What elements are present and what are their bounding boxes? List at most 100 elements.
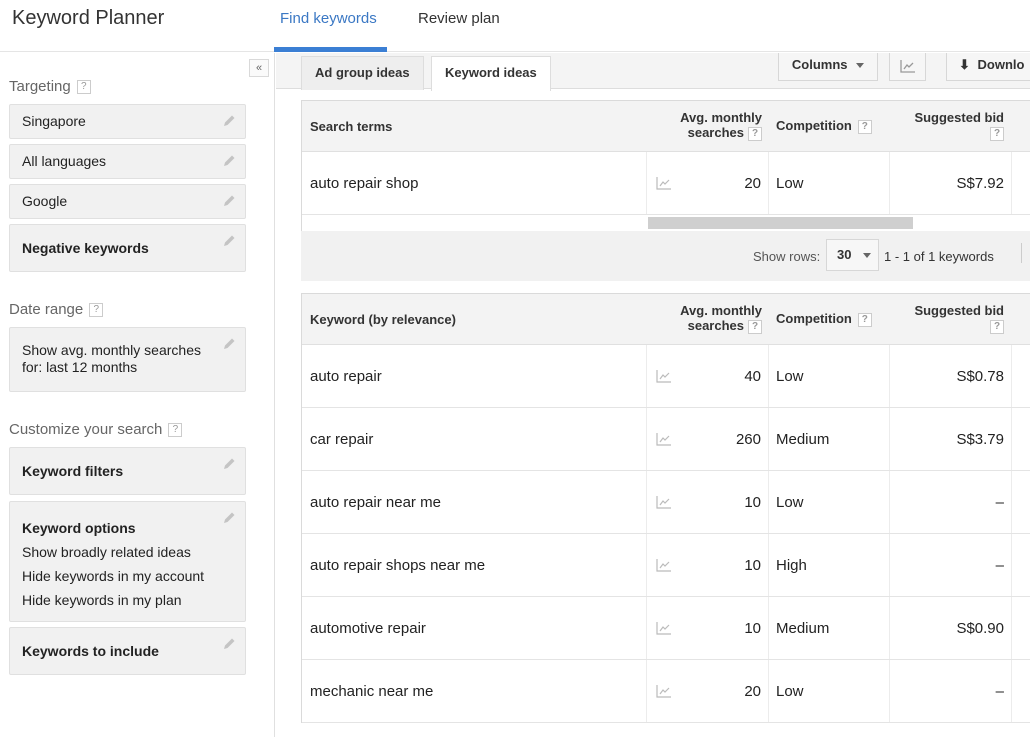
targeting-location[interactable]: Singapore xyxy=(9,104,246,139)
keyword-term: mechanic near me xyxy=(310,682,434,700)
show-rows-label: Show rows: xyxy=(753,249,821,264)
pencil-icon[interactable] xyxy=(221,193,237,209)
tab-find-keywords[interactable]: Find keywords xyxy=(280,10,377,27)
col-header-searches[interactable]: Avg. monthly searches? xyxy=(672,303,762,334)
help-icon[interactable]: ? xyxy=(857,119,872,134)
targeting-negative-keywords[interactable]: Negative keywords xyxy=(9,224,246,272)
avg-monthly-searches: 10 xyxy=(744,556,761,574)
suggested-bid: S$0.78 xyxy=(956,367,1004,385)
pager-divider xyxy=(1021,243,1022,263)
caret-down-icon xyxy=(863,253,872,259)
col-header-keyword[interactable]: Keyword (by relevance) xyxy=(310,312,456,327)
header-text: searches xyxy=(687,125,744,140)
help-icon[interactable]: ? xyxy=(748,126,762,141)
table-row[interactable]: auto repair 40 Low S$0.78 xyxy=(302,345,1030,408)
trend-chart-icon[interactable] xyxy=(656,152,672,214)
table-row[interactable]: automotive repair 10 Medium S$0.90 xyxy=(302,597,1030,660)
subtab-strip: Ad group ideas Keyword ideas Columns ⬇ D… xyxy=(276,53,1030,91)
keyword-filters-label: Keyword filters xyxy=(22,463,124,479)
keyword-options-title: Keyword options xyxy=(22,520,136,536)
collapse-sidebar-button[interactable]: « xyxy=(249,59,269,77)
pencil-icon[interactable] xyxy=(221,113,237,129)
network-value: Google xyxy=(22,193,68,209)
table-row[interactable]: car repair 260 Medium S$3.79 xyxy=(302,408,1030,471)
keyword-option-line: Hide keywords in my account xyxy=(22,568,205,584)
table-row[interactable]: auto repair shops near me 10 High – xyxy=(302,534,1030,597)
customize-heading: Customize your search? xyxy=(9,421,183,438)
col-header-competition[interactable]: Competition? xyxy=(776,118,872,134)
keyword-term: auto repair near me xyxy=(310,493,441,511)
avg-monthly-searches: 20 xyxy=(744,682,761,700)
trend-chart-icon[interactable] xyxy=(656,660,672,722)
keyword-options-card[interactable]: Keyword options Show broadly related ide… xyxy=(9,501,246,622)
pencil-icon[interactable] xyxy=(221,510,237,526)
keyword-ideas-table: Keyword (by relevance) Avg. monthly sear… xyxy=(301,293,1030,723)
keyword-filters-card[interactable]: Keyword filters xyxy=(9,447,246,495)
table-header: Keyword (by relevance) Avg. monthly sear… xyxy=(302,294,1030,345)
keywords-to-include-label: Keywords to include xyxy=(22,643,159,659)
targeting-heading: Targeting? xyxy=(9,78,91,95)
horizontal-scrollbar[interactable] xyxy=(302,215,1030,232)
competition-value: Low xyxy=(776,367,804,385)
rows-per-page-select[interactable]: 30 xyxy=(826,239,879,271)
customize-title: Customize your search xyxy=(9,421,163,438)
help-icon[interactable]: ? xyxy=(990,126,1004,141)
competition-value: Low xyxy=(776,174,804,192)
pencil-icon[interactable] xyxy=(221,233,237,249)
competition-value: Medium xyxy=(776,619,830,637)
date-range-card[interactable]: Show avg. monthly searches for: last 12 … xyxy=(9,327,246,392)
col-header-bid[interactable]: Suggested bid ? xyxy=(892,303,1004,334)
header-text: Competition xyxy=(776,311,852,326)
header-text: Avg. monthly xyxy=(680,303,762,318)
competition-value: Medium xyxy=(776,430,830,448)
competition-value: Low xyxy=(776,493,804,511)
pencil-icon[interactable] xyxy=(221,456,237,472)
chart-toggle-button[interactable] xyxy=(889,53,926,81)
tab-review-plan[interactable]: Review plan xyxy=(418,10,500,27)
keyword-term: auto repair xyxy=(310,367,382,385)
table-row[interactable]: auto repair near me 10 Low – xyxy=(302,471,1030,534)
help-icon[interactable]: ? xyxy=(748,319,762,334)
avg-monthly-searches: 20 xyxy=(744,174,761,192)
keyword-term: automotive repair xyxy=(310,619,426,637)
pencil-icon[interactable] xyxy=(221,153,237,169)
trend-chart-icon[interactable] xyxy=(656,534,672,596)
trend-chart-icon[interactable] xyxy=(656,597,672,659)
keyword-term: auto repair shops near me xyxy=(310,556,486,574)
download-button[interactable]: ⬇ Downlo xyxy=(946,53,1030,81)
tab-ad-group-ideas[interactable]: Ad group ideas xyxy=(301,56,424,90)
col-header-competition[interactable]: Competition? xyxy=(776,311,872,327)
tab-keyword-ideas[interactable]: Keyword ideas xyxy=(431,56,551,91)
keywords-to-include-card[interactable]: Keywords to include xyxy=(9,627,246,675)
help-icon[interactable]: ? xyxy=(89,303,104,318)
col-header-term[interactable]: Search terms xyxy=(310,119,392,134)
scrollbar-thumb[interactable] xyxy=(648,217,913,229)
avg-monthly-searches: 260 xyxy=(735,430,761,448)
help-icon[interactable]: ? xyxy=(990,319,1004,334)
date-range-line2: for: last 12 months xyxy=(22,359,138,375)
columns-button[interactable]: Columns xyxy=(778,53,878,81)
pencil-icon[interactable] xyxy=(221,336,237,352)
table-row[interactable]: mechanic near me 20 Low – xyxy=(302,660,1030,723)
date-range-title: Date range xyxy=(9,301,84,318)
competition-value: Low xyxy=(776,682,804,700)
col-header-searches[interactable]: Avg. monthly searches? xyxy=(672,110,762,141)
suggested-bid: – xyxy=(995,493,1004,511)
help-icon[interactable]: ? xyxy=(76,80,91,95)
trend-chart-icon[interactable] xyxy=(656,345,672,407)
header-text: searches xyxy=(687,318,744,333)
suggested-bid: S$7.92 xyxy=(956,174,1004,192)
avg-monthly-searches: 10 xyxy=(744,619,761,637)
targeting-network[interactable]: Google xyxy=(9,184,246,219)
pencil-icon[interactable] xyxy=(221,636,237,652)
table-row[interactable]: auto repair shop 20 Low S$7.92 xyxy=(302,152,1030,215)
targeting-language[interactable]: All languages xyxy=(9,144,246,179)
trend-chart-icon[interactable] xyxy=(656,471,672,533)
date-range-line1: Show avg. monthly searches xyxy=(22,342,201,358)
trend-chart-icon[interactable] xyxy=(656,408,672,470)
competition-value: High xyxy=(776,556,807,574)
help-icon[interactable]: ? xyxy=(168,423,183,438)
col-header-bid[interactable]: Suggested bid ? xyxy=(892,110,1004,141)
header-text: Suggested bid xyxy=(914,303,1004,318)
help-icon[interactable]: ? xyxy=(857,312,872,327)
